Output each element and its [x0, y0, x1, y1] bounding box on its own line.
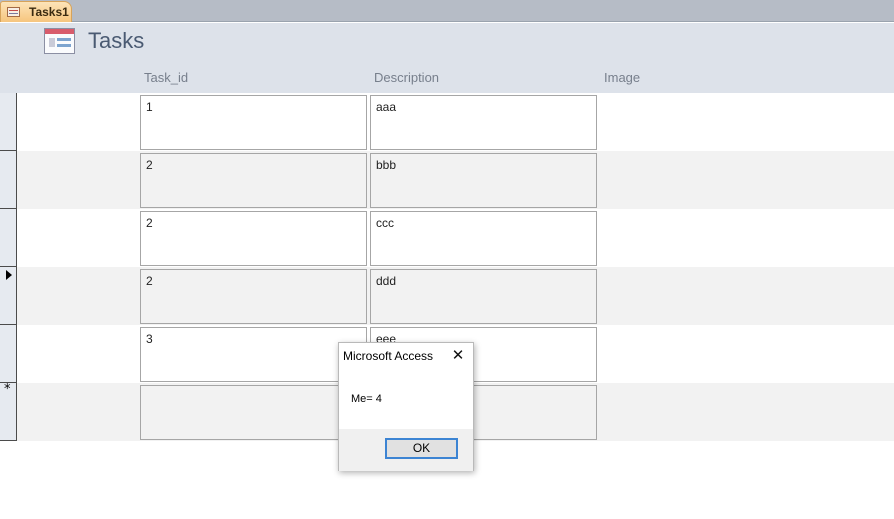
dialog-message: Me= 4: [351, 393, 382, 405]
document-tab-tasks1[interactable]: Tasks1: [0, 1, 72, 22]
column-header-description: Description: [374, 70, 440, 85]
record-selector[interactable]: [0, 93, 17, 151]
form-icon: [44, 28, 75, 54]
task-id-field[interactable]: 3: [140, 327, 367, 382]
close-icon[interactable]: ✕: [451, 347, 465, 363]
task-id-field[interactable]: 2: [140, 153, 367, 208]
description-field[interactable]: bbb: [370, 153, 597, 208]
table-row: 2 ccc: [0, 209, 894, 267]
form-header: Tasks Task_id Description Image: [0, 23, 894, 93]
message-box: Microsoft Access ✕ Me= 4 OK: [338, 342, 474, 471]
table-row: 1 aaa: [0, 93, 894, 151]
new-record-star-icon: *: [4, 382, 11, 397]
document-tab-label: Tasks1: [29, 5, 69, 19]
column-header-image: Image: [604, 70, 641, 85]
document-tab-bar: Tasks1: [0, 0, 894, 22]
table-row-current: 2 ddd: [0, 267, 894, 325]
column-header-task-id: Task_id: [144, 70, 189, 85]
dialog-footer: OK: [339, 429, 473, 471]
record-selector-new[interactable]: *: [0, 382, 17, 441]
form-title: Tasks: [88, 28, 145, 53]
task-id-field[interactable]: [140, 385, 367, 440]
task-id-field[interactable]: 2: [140, 269, 367, 324]
task-id-field[interactable]: 1: [140, 95, 367, 150]
record-selector[interactable]: [0, 325, 17, 383]
description-field[interactable]: ddd: [370, 269, 597, 324]
task-id-field[interactable]: 2: [140, 211, 367, 266]
current-record-arrow-icon: [6, 270, 12, 280]
description-field[interactable]: aaa: [370, 95, 597, 150]
dialog-title: Microsoft Access: [343, 349, 434, 363]
record-selector-current[interactable]: [0, 267, 17, 325]
description-field[interactable]: ccc: [370, 211, 597, 266]
ok-button[interactable]: OK: [385, 438, 458, 459]
record-selector[interactable]: [0, 209, 17, 267]
form-icon: [7, 7, 20, 17]
access-window: Tasks1 Tasks Task_id Description Image 1…: [0, 0, 894, 519]
table-row: 2 bbb: [0, 151, 894, 209]
record-selector[interactable]: [0, 151, 17, 209]
